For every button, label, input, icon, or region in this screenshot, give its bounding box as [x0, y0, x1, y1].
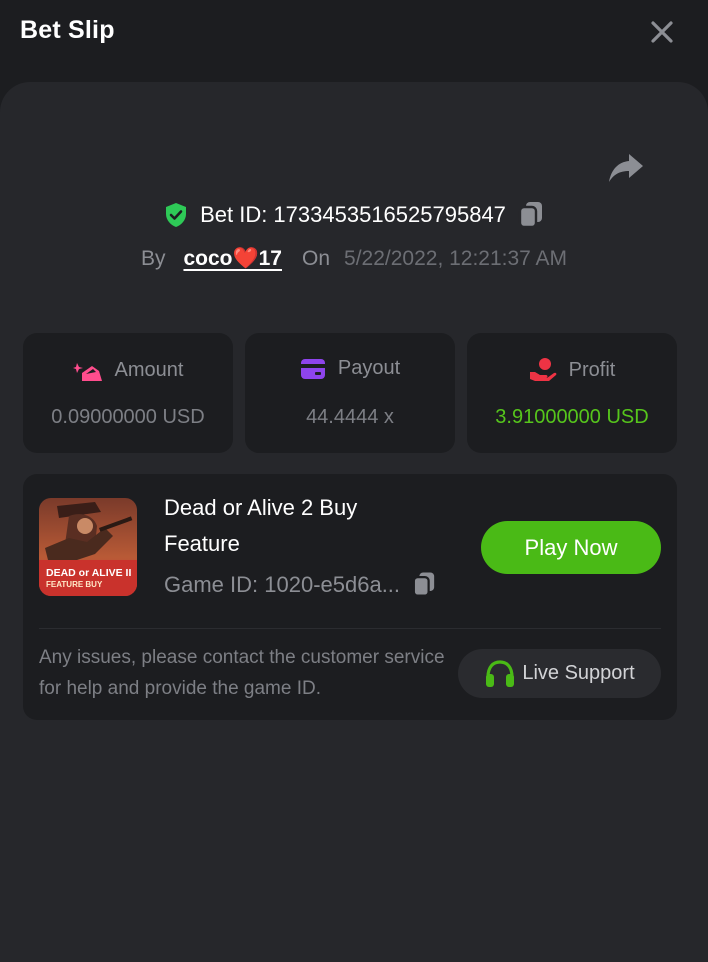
header: Bet Slip	[0, 0, 708, 82]
amount-value: 0.09000000 USD	[51, 406, 205, 428]
copy-game-id-button[interactable]	[412, 571, 436, 598]
payout-card-icon	[300, 358, 326, 380]
share-button[interactable]	[606, 148, 646, 188]
game-thumbnail[interactable]: DEAD or ALIVE II FEATURE BUY	[39, 498, 137, 596]
thumbnail-title: DEAD or ALIVE II	[46, 567, 131, 579]
payout-value: 44.4444 x	[306, 406, 394, 428]
bet-meta-row: By coco❤️17 On 5/22/2022, 12:21:37 AM	[0, 242, 708, 276]
profit-label: Profit	[568, 358, 616, 381]
game-id-row: Game ID: 1020-e5d6a...	[164, 571, 436, 598]
thumbnail-subtitle: FEATURE BUY	[46, 580, 103, 589]
shield-check-icon	[164, 202, 188, 228]
profit-value: 3.91000000 USD	[495, 406, 649, 428]
share-icon	[609, 154, 643, 182]
bet-id-row: Bet ID: 1733453516525795847	[0, 198, 708, 232]
game-card: DEAD or ALIVE II FEATURE BUY Dead or Ali…	[23, 474, 677, 720]
divider	[39, 628, 661, 629]
bet-id: Bet ID: 1733453516525795847	[200, 202, 506, 227]
page-title: Bet Slip	[20, 16, 115, 44]
headset-icon	[484, 659, 516, 689]
close-icon	[651, 21, 673, 43]
by-label: By	[140, 247, 166, 270]
payout-label: Payout	[337, 357, 401, 379]
copy-icon	[518, 202, 542, 229]
payout-card: Payout 44.4444 x	[245, 333, 455, 453]
game-id: Game ID: 1020-e5d6a...	[164, 571, 401, 597]
amount-icon	[72, 357, 103, 383]
on-label: On	[302, 247, 331, 270]
username-link[interactable]: coco❤️17	[183, 247, 282, 271]
bet-date: 5/22/2022, 12:21:37 AM	[344, 247, 568, 270]
profit-hand-icon	[529, 357, 557, 383]
copy-bet-id-button[interactable]	[518, 201, 544, 229]
amount-label: Amount	[114, 358, 184, 381]
close-button[interactable]	[646, 16, 678, 48]
amount-card: Amount 0.09000000 USD	[23, 333, 233, 453]
support-message: Any issues, please contact the customer …	[39, 647, 445, 699]
play-now-button[interactable]: Play Now	[481, 521, 661, 574]
game-name: Dead or Alive 2 Buy Feature	[164, 495, 358, 556]
profit-card: Profit 3.91000000 USD	[467, 333, 677, 453]
copy-icon	[412, 572, 435, 597]
live-support-button[interactable]: Live Support	[458, 649, 661, 698]
live-support-label: Live Support	[522, 662, 635, 684]
